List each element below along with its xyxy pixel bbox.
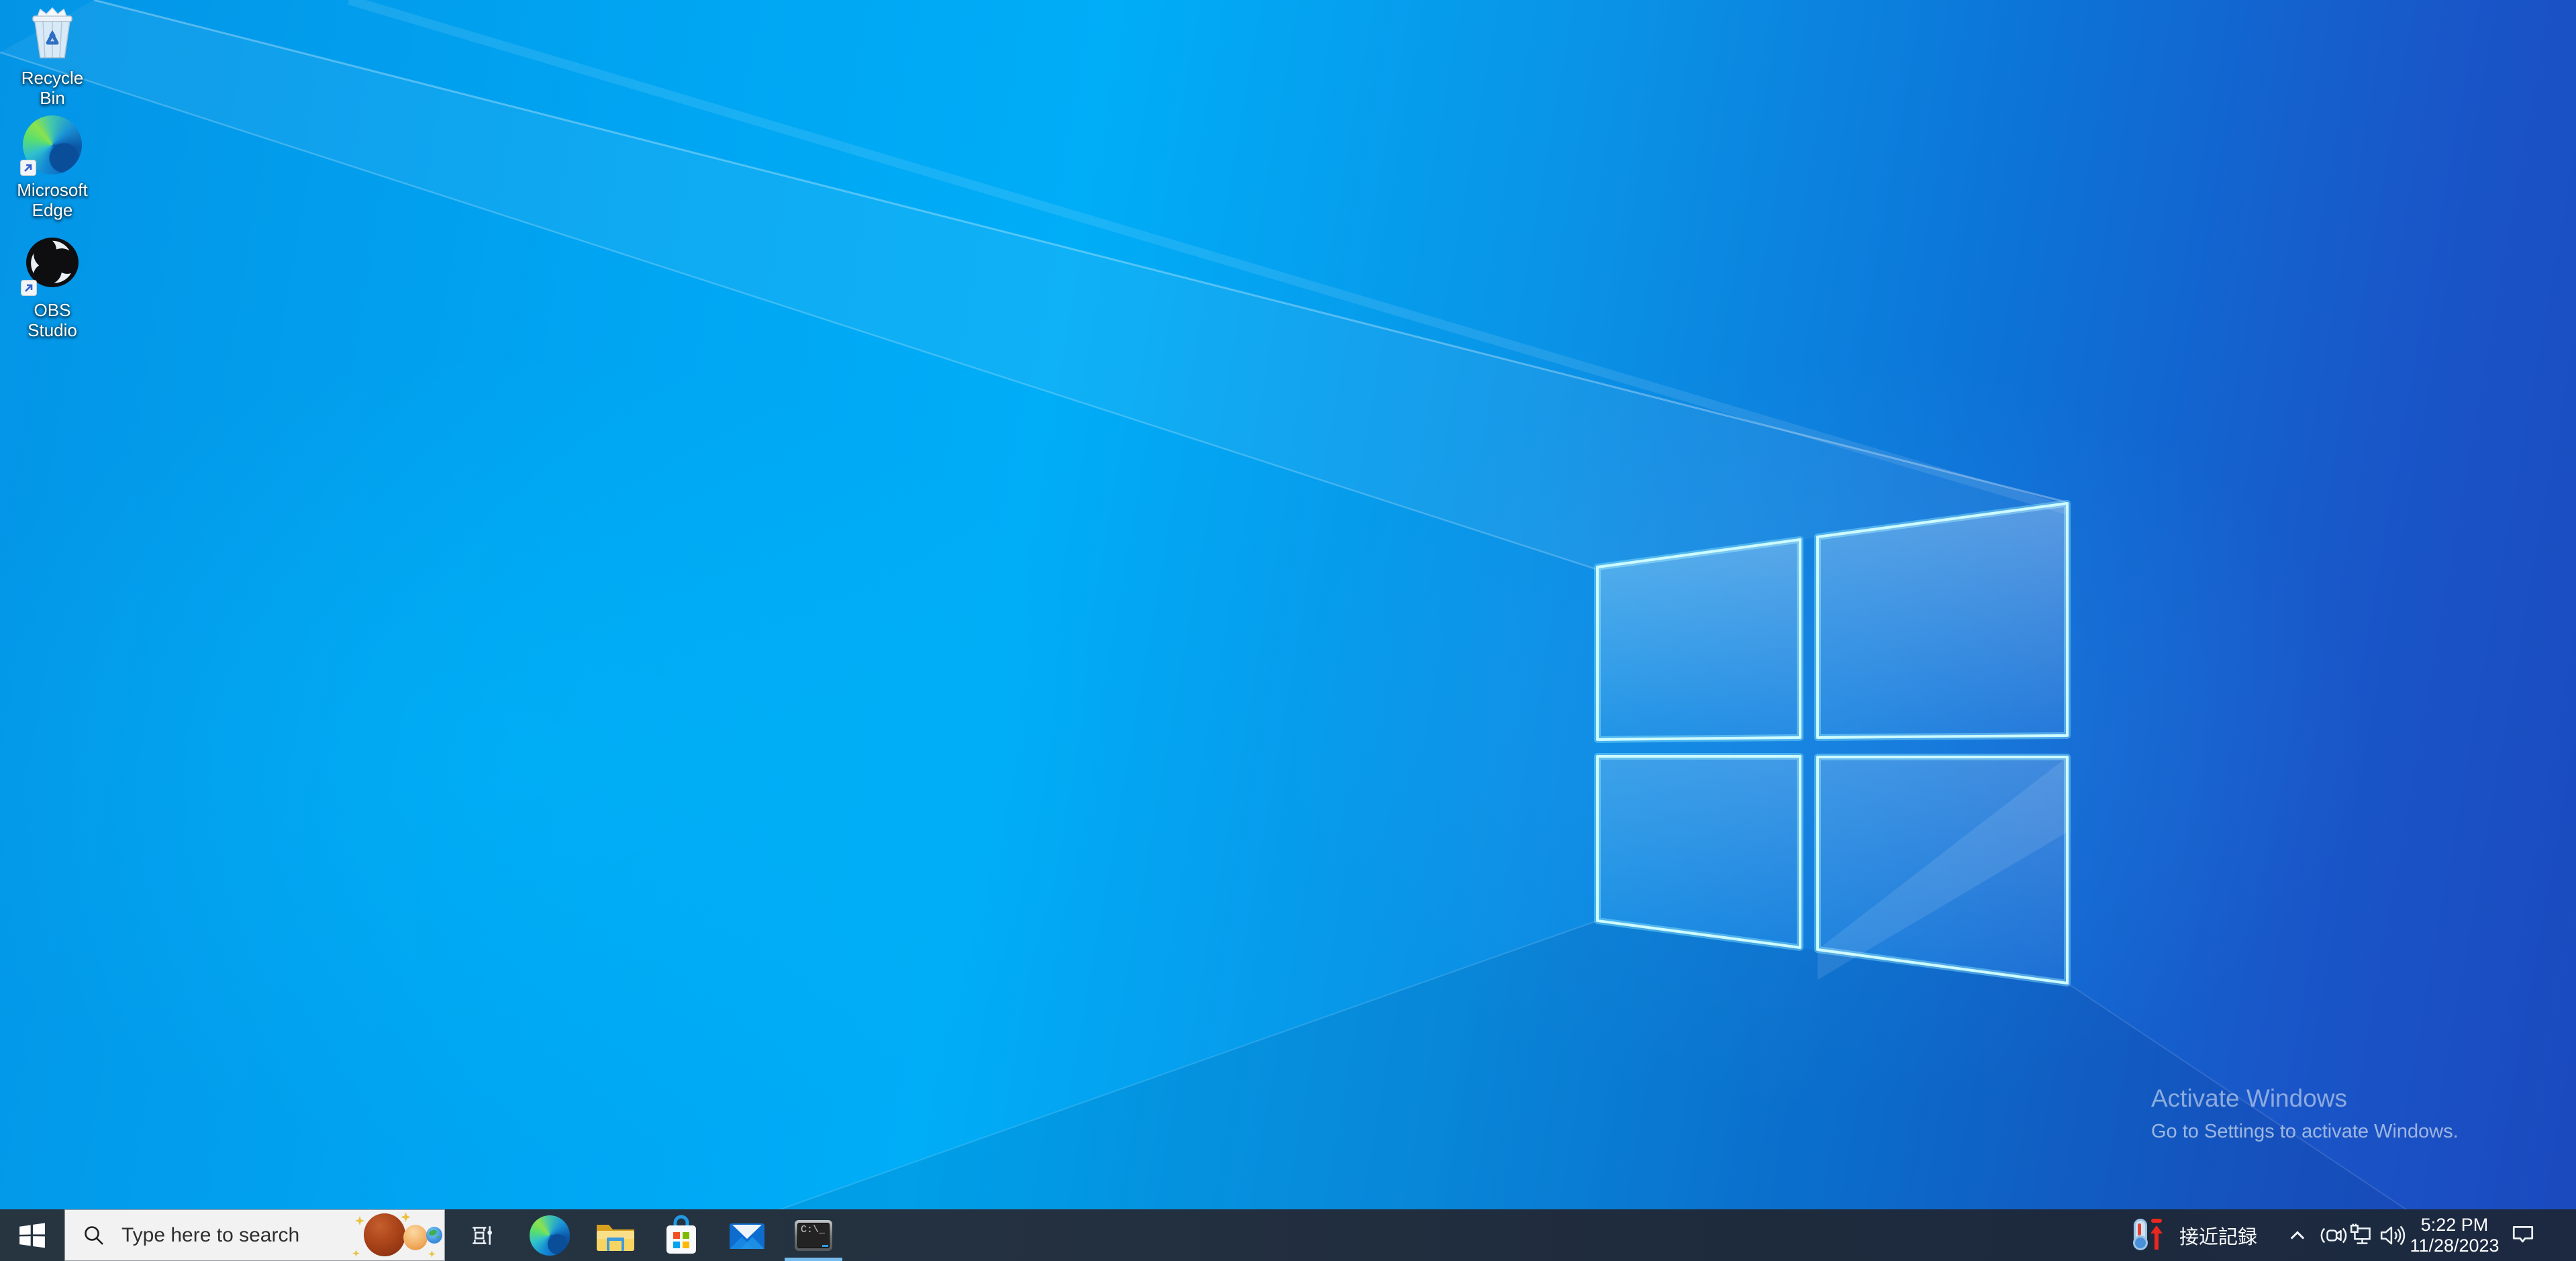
command-prompt-icon: C:\_ xyxy=(795,1220,832,1251)
mars-planet-icon xyxy=(364,1213,405,1256)
task-view-icon xyxy=(470,1223,494,1248)
tray-app-label[interactable]: 接近記録 xyxy=(2175,1209,2262,1261)
action-center-icon xyxy=(2510,1223,2536,1248)
activate-windows-watermark: Activate Windows Go to Settings to activ… xyxy=(2151,1085,2459,1143)
windows-start-icon xyxy=(18,1223,46,1248)
taskbar-mail-button[interactable] xyxy=(714,1209,780,1261)
meet-now-camera-icon xyxy=(2320,1223,2347,1248)
wallpaper-windows-logo xyxy=(0,0,2576,1261)
active-app-indicator xyxy=(785,1258,842,1261)
sparkle-icon xyxy=(352,1250,360,1257)
recycle-bin-icon xyxy=(26,5,79,59)
mail-icon xyxy=(728,1217,766,1254)
windows-desktop: Recycle Bin Microsoft Edge OBS xyxy=(0,0,2576,1261)
sparkle-icon xyxy=(428,1250,436,1258)
tray-thermometer-icon[interactable] xyxy=(2132,1209,2164,1261)
task-view-button[interactable] xyxy=(449,1209,515,1261)
search-highlight-planets[interactable] xyxy=(350,1211,444,1260)
chevron-up-icon xyxy=(2287,1225,2308,1246)
search-input[interactable] xyxy=(120,1223,348,1248)
volume-button[interactable] xyxy=(2377,1209,2408,1261)
speaker-volume-icon xyxy=(2379,1223,2407,1248)
file-explorer-icon xyxy=(595,1217,636,1254)
taskbar-edge-button[interactable] xyxy=(517,1209,583,1261)
network-button[interactable] xyxy=(2348,1209,2376,1261)
clock-time: 5:22 PM xyxy=(2421,1215,2489,1235)
network-wired-icon xyxy=(2348,1223,2375,1248)
shortcut-arrow-icon xyxy=(20,160,36,176)
desktop-icon-obs-studio[interactable]: OBS Studio xyxy=(9,234,95,340)
sparkle-icon xyxy=(355,1216,364,1225)
taskbar-store-button[interactable] xyxy=(648,1209,714,1261)
thermometer-icon xyxy=(2134,1219,2147,1246)
desktop-icon-recycle-bin[interactable]: Recycle Bin xyxy=(9,5,95,108)
start-button[interactable] xyxy=(0,1209,64,1261)
taskbar-clock[interactable]: 5:22 PM 11/28/2023 xyxy=(2411,1209,2498,1261)
search-icon xyxy=(83,1224,105,1247)
taskbar-search-box[interactable] xyxy=(64,1209,445,1261)
command-prompt-progress xyxy=(822,1245,828,1247)
taskbar: C:\_ 接近記録 xyxy=(0,1209,2576,1261)
desktop-icon-label: OBS Studio xyxy=(9,300,95,340)
sparkle-icon xyxy=(401,1212,411,1222)
watermark-subtitle: Go to Settings to activate Windows. xyxy=(2151,1121,2459,1143)
hidden-icons-button[interactable] xyxy=(2285,1209,2310,1261)
shortcut-arrow-icon xyxy=(21,280,37,296)
clock-date: 11/28/2023 xyxy=(2410,1235,2499,1256)
moon-planet-icon xyxy=(403,1225,428,1250)
taskbar-command-prompt-button[interactable]: C:\_ xyxy=(781,1209,846,1261)
watermark-title: Activate Windows xyxy=(2151,1085,2459,1113)
meet-now-button[interactable] xyxy=(2320,1209,2348,1261)
earth-icon xyxy=(426,1227,442,1244)
desktop-icon-label: Recycle Bin xyxy=(9,68,95,108)
red-up-arrow-icon xyxy=(2148,1217,2165,1252)
edge-icon xyxy=(530,1215,570,1256)
taskbar-file-explorer-button[interactable] xyxy=(583,1209,648,1261)
desktop-icon-label: Microsoft Edge xyxy=(9,180,95,220)
action-center-button[interactable] xyxy=(2508,1209,2538,1261)
desktop-icon-microsoft-edge[interactable]: Microsoft Edge xyxy=(9,115,95,220)
microsoft-store-icon xyxy=(662,1215,700,1256)
